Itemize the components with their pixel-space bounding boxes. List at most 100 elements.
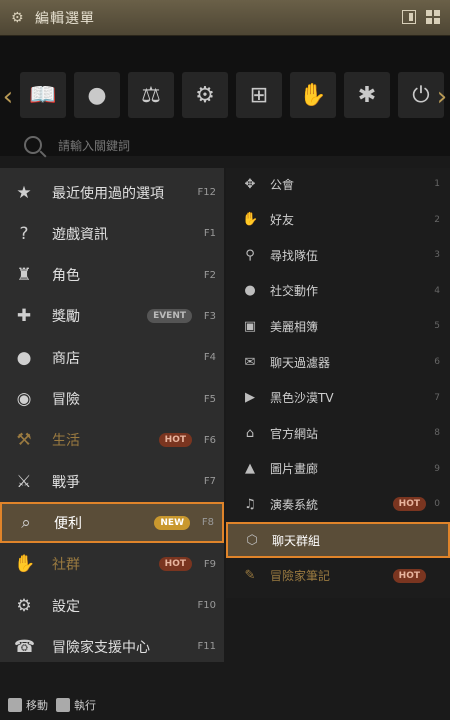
guild-icon: ✥ (244, 176, 256, 192)
submenu-item-label: 演奏系統 (270, 497, 319, 512)
globe-icon[interactable]: ● (74, 72, 120, 118)
search-icon (24, 136, 42, 154)
submenu-item-find-party[interactable]: ⚲ 尋找隊伍 3 (226, 237, 450, 273)
menu-item-recent[interactable]: ★ 最近使用過的選項 F12 (0, 172, 224, 213)
submenu-item-gallery[interactable]: ▲ 圖片畫廊 9 (226, 451, 450, 487)
plus-box-icon[interactable]: ⊞ (236, 72, 282, 118)
menu-item-war[interactable]: ⚔ 戰爭 F7 (0, 461, 224, 502)
menu-item-label: 冒險 (52, 392, 80, 408)
grid-icon[interactable] (426, 10, 440, 24)
hotkey-label: F4 (203, 352, 216, 364)
menu-item-life[interactable]: ⚒ 生活 HOT F6 (0, 420, 224, 461)
network-icon[interactable]: ✱ (344, 72, 390, 118)
menu-item-label: 社群 (52, 557, 80, 574)
submenu-item-album[interactable]: ▣ 美麗相簿 5 (226, 308, 450, 344)
adventure-icon: ◉ (16, 389, 32, 409)
menu-item-settings[interactable]: ⚙ 設定 F10 (0, 585, 224, 626)
album-icon: ▣ (243, 318, 257, 334)
settings-icon: ⚙ (16, 595, 32, 616)
notes-icon: ✎ (244, 568, 256, 584)
chat-group-icon: ⬡ (246, 532, 258, 548)
title-bar: ⚙ 編輯選單 (0, 0, 450, 36)
menu-item-label: 冒險家支援中心 (52, 639, 150, 656)
menu-item-community[interactable]: ✋ 社群 HOT F9 (0, 544, 224, 585)
badge: EVENT (147, 309, 192, 324)
menu-item-label: 角色 (52, 268, 80, 285)
submenu-item-label: 美麗相簿 (270, 319, 319, 334)
menu-item-character[interactable]: ♜ 角色 F2 (0, 255, 224, 296)
submenu-item-guild[interactable]: ✥ 公會 1 (226, 166, 450, 202)
execute-label: 執行 (74, 699, 96, 712)
menu-item-shop[interactable]: ● 商店 F4 (0, 337, 224, 378)
submenu: ✥ 公會 1 ✋ 好友 2 ⚲ 尋找隊伍 3 ● 社交動作 4 ▣ 美麗相簿 5 ✉ 聊天過濾器 6 ▶ 黑色沙漠TV… (226, 168, 450, 598)
character-icon: ♜ (16, 265, 32, 286)
submenu-item-friends[interactable]: ✋ 好友 2 (226, 202, 450, 238)
hotkey-label: F11 (197, 641, 216, 653)
badge: HOT (158, 557, 192, 572)
rewards-icon: ✚ (16, 306, 32, 327)
menu-item-game-info[interactable]: ? 遊戲資訊 F1 (0, 213, 224, 254)
gear-icon[interactable]: ⚙ (182, 72, 228, 118)
hotkey-label: F8 (201, 517, 214, 529)
menu-item-label: 便利 (54, 515, 82, 532)
scales-icon[interactable]: ⚖ (128, 72, 174, 118)
war-icon: ⚔ (16, 471, 32, 492)
gear-icon: ⚙ (11, 9, 24, 26)
submenu-item-label: 公會 (270, 177, 295, 192)
menu-item-adventure[interactable]: ◉ 冒險 F5 (0, 379, 224, 420)
book-icon[interactable]: 📖 (20, 72, 66, 118)
hand-wave-icon[interactable]: ✋ (290, 72, 336, 118)
submenu-item-tv[interactable]: ▶ 黑色沙漠TV 7 (226, 380, 450, 416)
menu-item-label: 遊戲資訊 (52, 226, 108, 243)
chat-filter-icon: ✉ (244, 354, 256, 370)
badge: NEW (154, 515, 190, 530)
move-label: 移動 (26, 699, 48, 712)
menu-item-label: 生活 (52, 433, 80, 450)
hotkey-label: 4 (434, 285, 440, 296)
hotkey-label: F7 (203, 476, 216, 488)
submenu-item-label: 聊天群組 (272, 533, 321, 548)
submenu-item-chat-filter[interactable]: ✉ 聊天過濾器 6 (226, 344, 450, 380)
menu-item-support[interactable]: ☎ 冒險家支援中心 F11 (0, 626, 224, 667)
hotkey-label: F5 (203, 393, 216, 405)
hotkey-label: 9 (434, 463, 440, 474)
game-info-icon: ? (19, 223, 29, 244)
submenu-item-social-action[interactable]: ● 社交動作 4 (226, 273, 450, 309)
hotkey-label: F12 (197, 187, 216, 198)
social-action-icon: ● (244, 283, 256, 299)
search-input[interactable]: 請輸入關鍵詞 (58, 137, 130, 154)
hotkey-label: F6 (203, 434, 216, 446)
hotkey-label: F3 (203, 310, 216, 322)
enter-icon (56, 698, 70, 712)
submenu-item-notes[interactable]: ✎ 冒險家筆記 HOT (226, 558, 450, 594)
hotkey-label: 3 (434, 250, 440, 261)
friends-icon: ✋ (242, 212, 259, 228)
search-bar[interactable]: 請輸入關鍵詞 (24, 136, 130, 154)
scroll-right-icon[interactable]: › (436, 82, 448, 112)
hotkey-label: F2 (203, 269, 216, 281)
submenu-item-website[interactable]: ⌂ 官方網站 8 (226, 415, 450, 451)
menu-item-label: 設定 (52, 598, 80, 615)
submenu-item-label: 好友 (270, 213, 295, 228)
hotkey-label: 2 (434, 214, 440, 225)
shop-icon: ● (16, 347, 32, 368)
submenu-item-label: 官方網站 (270, 426, 319, 441)
view-toggle-icon[interactable] (402, 10, 416, 24)
website-icon: ⌂ (245, 425, 255, 441)
community-icon: ✋ (14, 554, 36, 575)
submenu-item-music[interactable]: ♫ 演奏系統 HOT 0 (226, 486, 450, 522)
submenu-item-chat-group[interactable]: ⬡ 聊天群組 (226, 522, 450, 558)
support-icon: ☎ (14, 636, 36, 657)
menu-item-label: 獎勵 (52, 309, 80, 326)
music-icon: ♫ (244, 496, 256, 512)
menu-item-convenience[interactable]: ⌕ 便利 NEW F8 (0, 502, 224, 544)
convenience-icon: ⌕ (21, 512, 31, 533)
gallery-icon: ▲ (245, 461, 255, 477)
tv-icon: ▶ (245, 390, 255, 406)
submenu-item-label: 社交動作 (270, 284, 319, 299)
menu-item-label: 商店 (52, 350, 80, 367)
category-menu: ★ 最近使用過的選項 F12? 遊戲資訊 F1 ♜ 角色 F2 ✚ 獎勵 EVENT F3 ● 商店 F4 ◉… (0, 168, 224, 662)
menu-item-rewards[interactable]: ✚ 獎勵 EVENT F3 (0, 296, 224, 337)
submenu-item-label: 冒險家筆記 (270, 569, 331, 584)
scroll-left-icon[interactable]: ‹ (2, 82, 14, 112)
